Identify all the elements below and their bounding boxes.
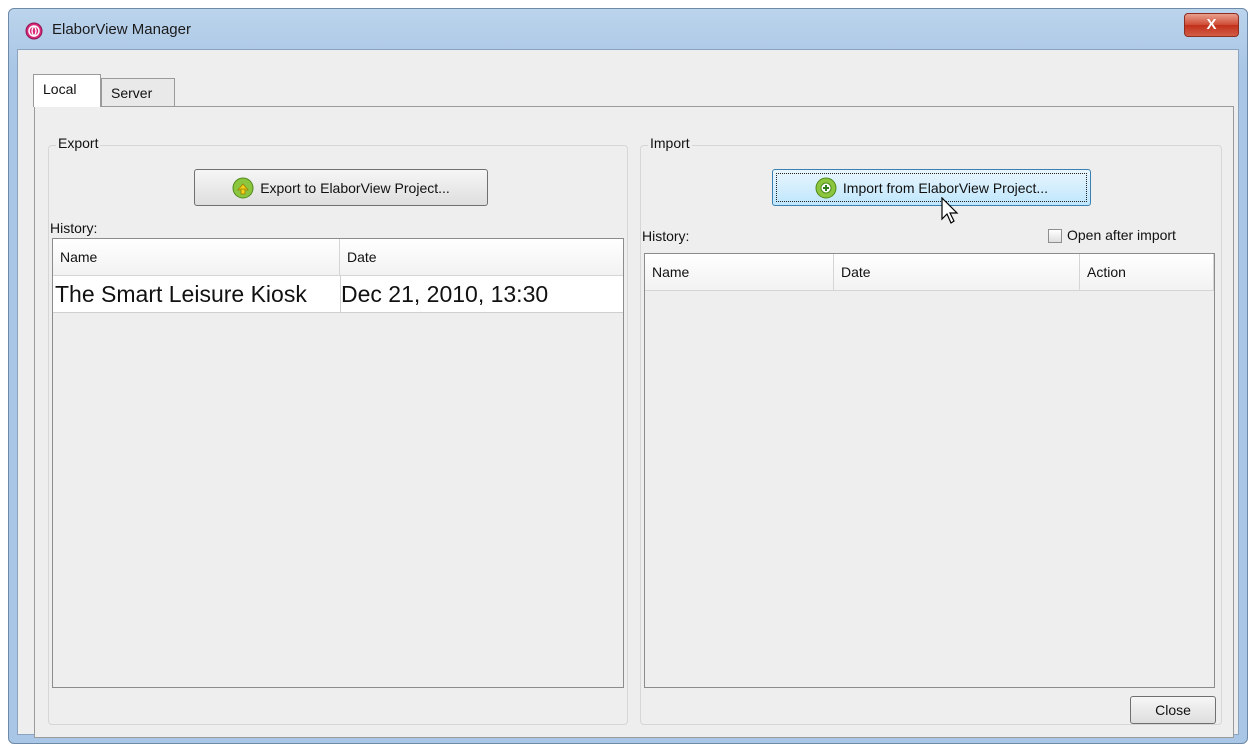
export-project-icon	[232, 177, 254, 198]
app-logo-icon	[25, 22, 43, 40]
export-button-label: Export to ElaborView Project...	[260, 179, 450, 196]
export-group: Export Export to ElaborView Project... H…	[48, 135, 628, 725]
import-group: Import Import from ElaborView Project...…	[640, 135, 1222, 725]
title-bar[interactable]: ElaborView Manager X	[9, 9, 1247, 51]
tab-panel-local: Export Export to ElaborView Project... H…	[34, 106, 1234, 738]
open-after-import-checkbox[interactable]	[1048, 229, 1062, 243]
import-table-header: Name Date Action	[645, 254, 1214, 291]
tab-server[interactable]: Server	[101, 78, 175, 106]
open-after-import-label[interactable]: Open after import	[1067, 227, 1176, 243]
export-row-name: The Smart Leisure Kiosk	[55, 281, 307, 307]
export-history-table: Name Date The Smart Leisure Kiosk Dec 21…	[52, 238, 624, 688]
import-column-name[interactable]: Name	[645, 254, 834, 290]
tab-local[interactable]: Local	[33, 74, 101, 107]
window-close-button[interactable]: X	[1184, 13, 1239, 37]
import-column-action[interactable]: Action	[1080, 254, 1214, 290]
close-button-label: Close	[1155, 702, 1191, 718]
export-column-date[interactable]: Date	[340, 239, 623, 275]
export-table-header: Name Date	[53, 239, 623, 276]
mouse-pointer-icon	[941, 197, 959, 224]
import-button-label: Import from ElaborView Project...	[842, 179, 1049, 196]
export-row-date: Dec 21, 2010, 13:30	[340, 276, 623, 312]
window-title: ElaborView Manager	[52, 21, 191, 38]
export-button[interactable]: Export to ElaborView Project...	[194, 169, 488, 206]
app-window: ElaborView Manager X Local Server Export…	[8, 8, 1248, 744]
import-column-date[interactable]: Date	[834, 254, 1080, 290]
import-legend: Import	[648, 135, 692, 151]
import-button[interactable]: Import from ElaborView Project...	[772, 169, 1091, 206]
dialog-body: Local Server Export Export to ElaborView…	[17, 49, 1239, 738]
import-history-label: History:	[642, 228, 690, 244]
close-button[interactable]: Close	[1130, 696, 1216, 724]
import-history-table: Name Date Action	[644, 253, 1215, 688]
table-row[interactable]: The Smart Leisure Kiosk Dec 21, 2010, 13…	[53, 276, 623, 313]
export-column-name[interactable]: Name	[53, 239, 340, 275]
export-history-label: History:	[50, 220, 98, 236]
export-legend: Export	[56, 135, 101, 151]
